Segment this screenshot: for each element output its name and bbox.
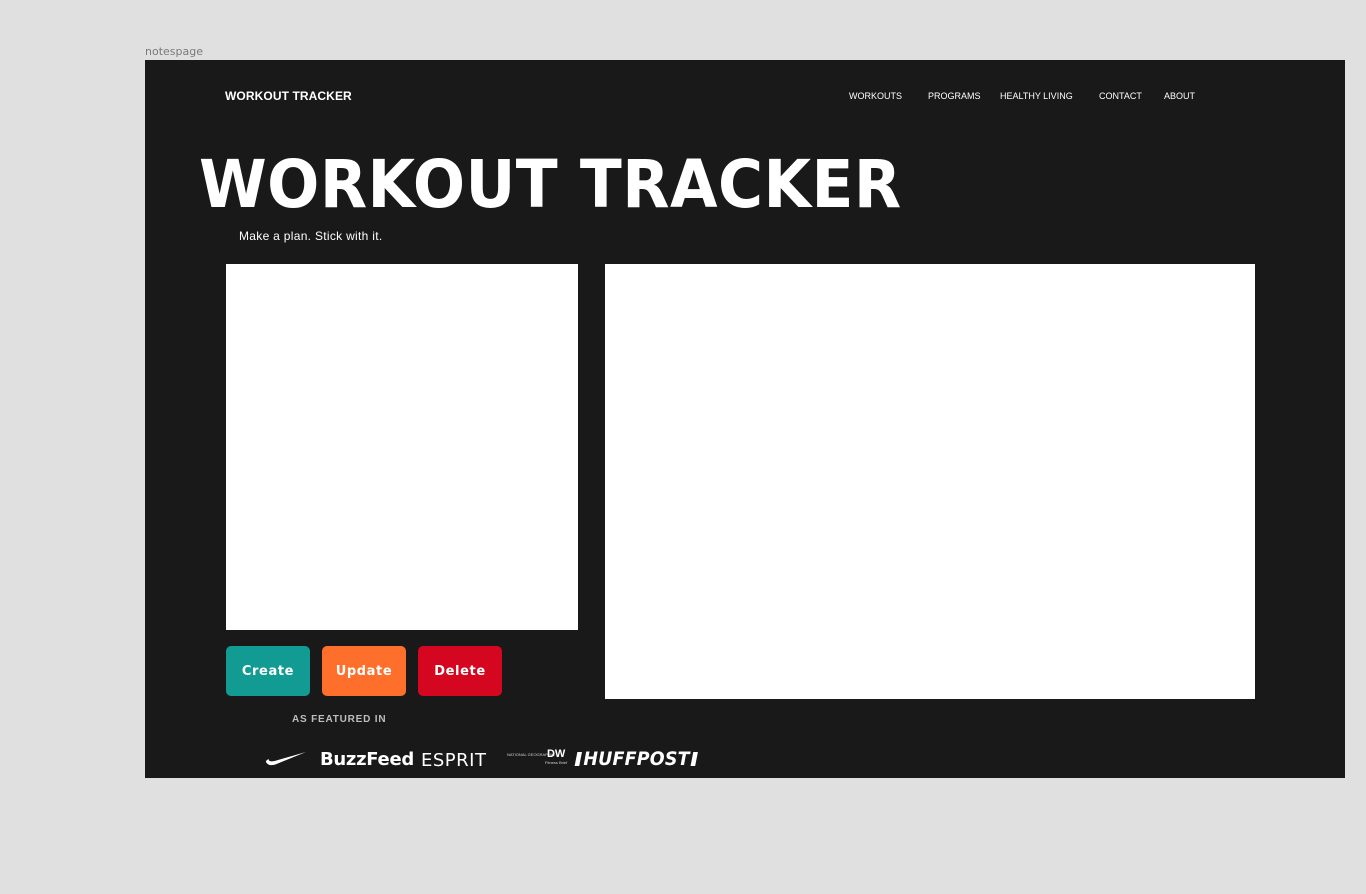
main-nav: WORKOUTS PROGRAMS HEALTHY LIVING CONTACT… — [145, 91, 1345, 105]
hero-title: WORKOUT TRACKER — [199, 146, 902, 223]
esprit-logo: ESPRIT — [421, 750, 487, 771]
create-button[interactable]: Create — [226, 646, 310, 696]
delete-button[interactable]: Delete — [418, 646, 502, 696]
huffpost-bar-left-icon — [574, 752, 582, 766]
nav-programs[interactable]: PROGRAMS — [928, 91, 981, 101]
workout-form-panel[interactable] — [226, 264, 578, 630]
nav-workouts[interactable]: WORKOUTS — [849, 91, 902, 101]
huffpost-bar-right-icon — [690, 752, 698, 766]
huffpost-logo-text: HUFFPOST — [583, 748, 690, 770]
featured-heading: AS FEATURED IN — [292, 714, 387, 725]
natgeo-logo: NATIONAL GEOGRAPHIC — [507, 752, 555, 757]
nav-contact[interactable]: CONTACT — [1099, 91, 1142, 101]
buzzfeed-logo: BuzzFeed — [320, 749, 414, 770]
dw-logo: DW Fitness Brief — [545, 748, 568, 766]
page-frame: WORKOUT TRACKER WORKOUTS PROGRAMS HEALTH… — [145, 60, 1345, 778]
nike-swoosh-icon — [265, 752, 306, 766]
hero-tagline: Make a plan. Stick with it. — [239, 229, 383, 243]
nav-healthy-living[interactable]: HEALTHY LIVING — [1000, 91, 1073, 101]
huffpost-logo: HUFFPOST — [574, 748, 698, 770]
nike-logo — [265, 750, 307, 771]
nav-about[interactable]: ABOUT — [1164, 91, 1195, 101]
dw-logo-mark: DW — [546, 748, 566, 760]
workout-list-panel[interactable] — [605, 264, 1255, 699]
dw-logo-sub: Fitness Brief — [545, 760, 568, 765]
update-button[interactable]: Update — [322, 646, 406, 696]
frame-label: notespage — [145, 45, 203, 58]
